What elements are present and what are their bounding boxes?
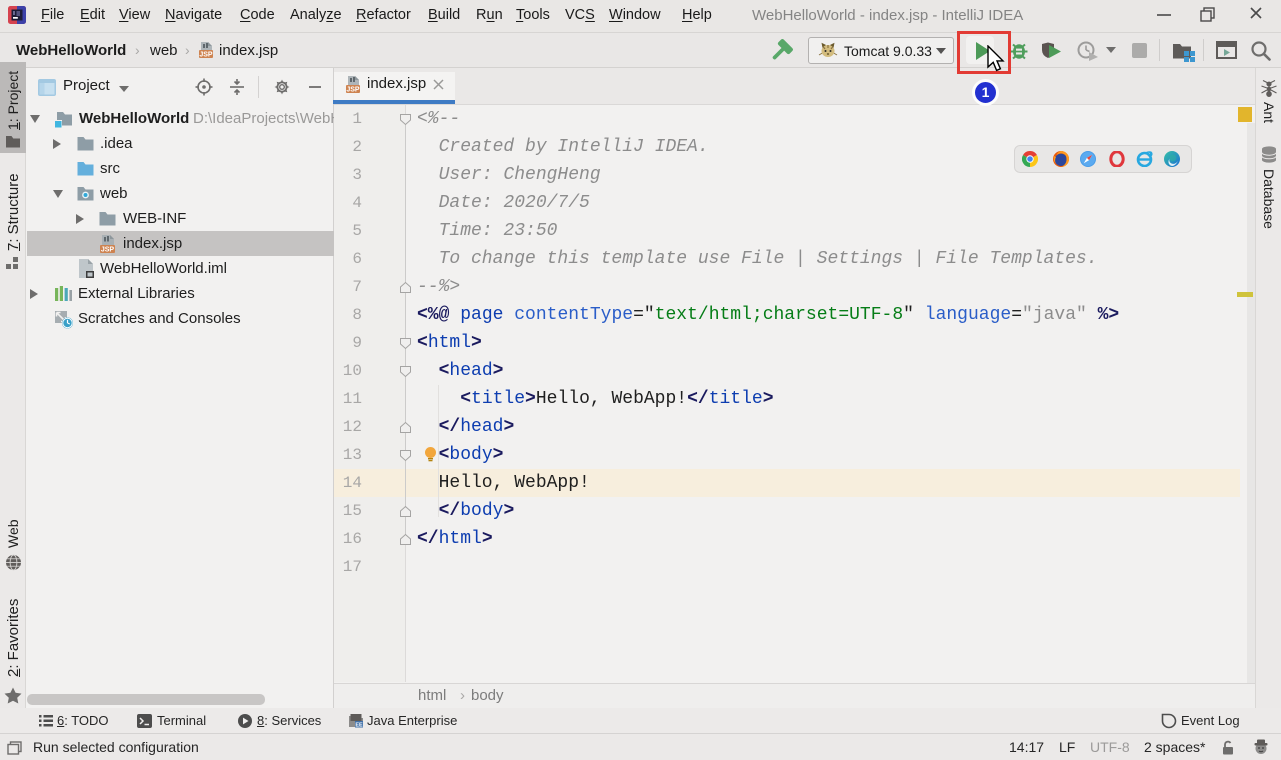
svg-text:JSP: JSP	[346, 87, 360, 94]
svg-text:EE: EE	[355, 723, 363, 729]
svg-text:JSP: JSP	[101, 247, 115, 254]
svg-text:JSP: JSP	[199, 52, 213, 59]
